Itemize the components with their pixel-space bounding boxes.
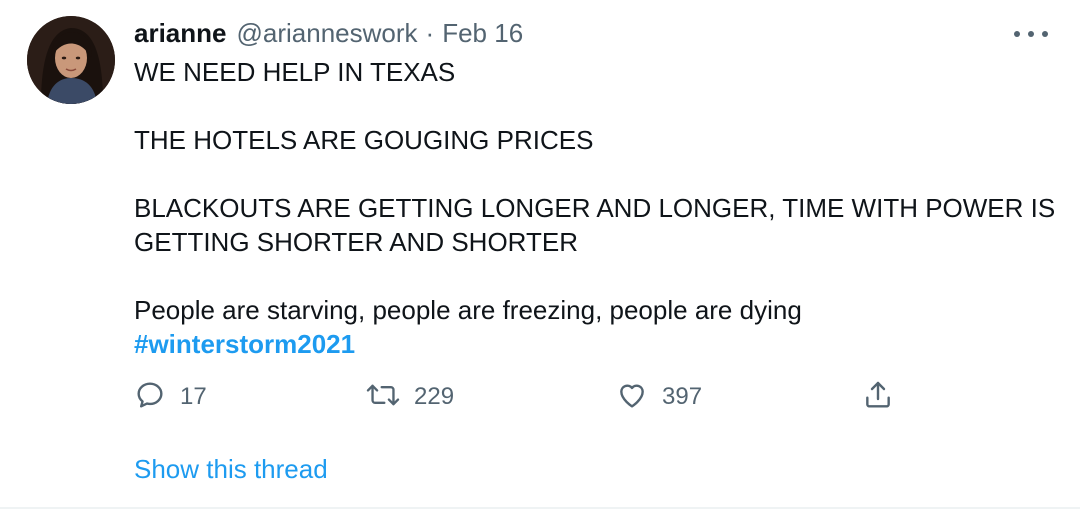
- reply-button[interactable]: 17: [134, 377, 207, 417]
- tweet-actions: 17 229 397: [134, 377, 914, 417]
- tweet-line: People are starving, people are freezing…: [134, 295, 802, 325]
- hashtag-link[interactable]: #winterstorm2021: [134, 329, 355, 359]
- user-display-name[interactable]: arianne: [134, 17, 227, 49]
- like-count: 397: [662, 383, 703, 410]
- more-dot: [1014, 31, 1020, 37]
- heart-icon: [616, 379, 648, 416]
- tweet-card[interactable]: arianne @arianneswork · Feb 16 WE NEED H…: [0, 0, 1080, 509]
- share-button[interactable]: [862, 377, 894, 417]
- tweet-line: BLACKOUTS ARE GETTING LONGER AND LONGER,…: [134, 193, 1056, 257]
- more-dot: [1042, 31, 1048, 37]
- retweet-button[interactable]: 229: [366, 377, 454, 417]
- avatar[interactable]: [27, 16, 115, 104]
- like-button[interactable]: 397: [616, 377, 702, 417]
- reply-count: 17: [180, 383, 207, 410]
- tweet-line: WE NEED HELP IN TEXAS: [134, 57, 456, 87]
- tweet-date[interactable]: Feb 16: [442, 17, 523, 49]
- tweet-body: WE NEED HELP IN TEXAS THE HOTELS ARE GOU…: [134, 55, 1064, 361]
- retweet-icon: [366, 379, 400, 416]
- separator-dot: ·: [425, 18, 435, 48]
- share-icon: [862, 379, 894, 416]
- more-options-icon[interactable]: [1014, 22, 1048, 46]
- tweet-line: THE HOTELS ARE GOUGING PRICES: [134, 125, 594, 155]
- tweet-header: arianne @arianneswork · Feb 16: [134, 17, 523, 49]
- show-thread-link[interactable]: Show this thread: [134, 452, 328, 486]
- reply-icon: [134, 379, 166, 416]
- more-dot: [1028, 31, 1034, 37]
- user-handle[interactable]: @arianneswork: [237, 17, 418, 49]
- avatar-image: [27, 16, 115, 104]
- retweet-count: 229: [414, 383, 455, 410]
